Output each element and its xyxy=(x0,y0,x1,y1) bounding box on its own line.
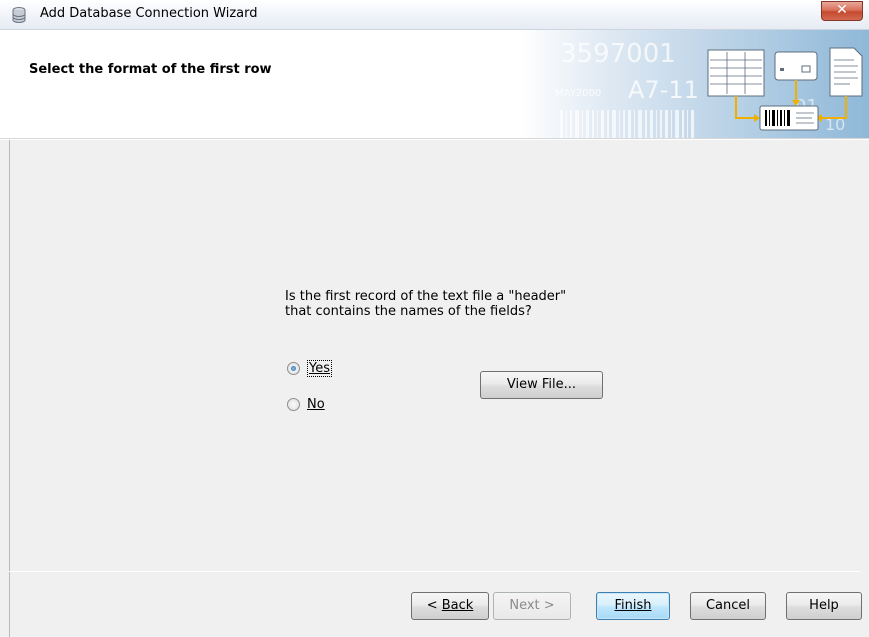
footer-separator xyxy=(9,571,860,572)
cancel-label: Cancel xyxy=(705,598,751,613)
finish-button[interactable]: Finish xyxy=(596,592,670,620)
question-text: Is the first record of the text file a "… xyxy=(285,289,567,319)
radio-no-label: No xyxy=(307,397,325,412)
back-button[interactable]: < Back xyxy=(411,592,489,620)
back-label: Back xyxy=(441,598,474,613)
view-file-button[interactable]: View File... xyxy=(480,371,603,399)
help-button[interactable]: Help xyxy=(786,592,862,620)
finish-label: Finish xyxy=(614,598,652,613)
database-icon xyxy=(12,7,26,23)
next-label: Next > xyxy=(509,598,555,613)
radio-yes[interactable]: Yes xyxy=(287,360,332,377)
radio-yes-indicator[interactable] xyxy=(287,362,300,375)
cancel-button[interactable]: Cancel xyxy=(690,592,766,620)
svg-text:3597001: 3597001 xyxy=(560,39,676,69)
svg-text:MAY2000: MAY2000 xyxy=(555,88,601,99)
svg-text:A7-11: A7-11 xyxy=(628,76,699,104)
content-border xyxy=(9,140,10,637)
wizard-content: Is the first record of the text file a "… xyxy=(0,140,869,637)
title-bar[interactable]: Add Database Connection Wizard ✕ xyxy=(0,0,869,30)
radio-no-indicator[interactable] xyxy=(287,398,300,411)
close-icon: ✕ xyxy=(836,2,848,18)
view-file-label: View File... xyxy=(506,377,577,392)
wizard-header: Select the format of the first row 35970… xyxy=(0,30,869,139)
page-title: Select the format of the first row xyxy=(29,62,272,77)
window-title: Add Database Connection Wizard xyxy=(40,6,258,21)
help-label: Help xyxy=(809,598,839,613)
banner-illustration: 3597001 A7-11 MAY2000 01 10 xyxy=(520,30,869,138)
radio-yes-label: Yes xyxy=(307,360,332,377)
close-button[interactable]: ✕ xyxy=(821,1,863,21)
next-button[interactable]: Next > xyxy=(493,592,571,620)
radio-no[interactable]: No xyxy=(287,397,325,412)
